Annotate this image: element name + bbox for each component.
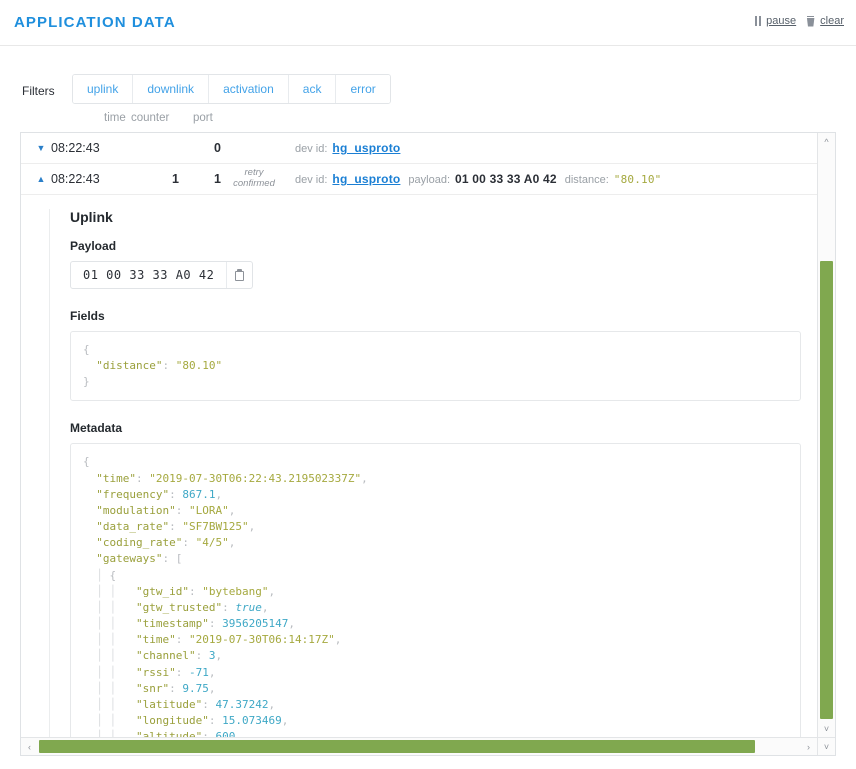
page-title: APPLICATION DATA xyxy=(14,14,176,31)
gw-id: "bytebang" xyxy=(202,584,269,598)
column-header-counter: counter xyxy=(131,112,170,124)
table-row[interactable]: ▼ 08:22:43 0 dev id: hg_usproto xyxy=(21,133,817,164)
table-row[interactable]: ▲ 08:22:43 1 1 retry confirmed dev id: h… xyxy=(21,164,817,195)
gw-trusted: true xyxy=(235,600,262,614)
gw-time: "2019-07-30T06:14:17Z" xyxy=(189,633,335,647)
distance-pair: distance: "80.10" xyxy=(565,173,662,186)
flag-confirmed: confirmed xyxy=(233,178,275,189)
filters-label: Filters xyxy=(22,84,55,98)
dev-id-label: dev id: xyxy=(295,143,328,155)
metadata-json-block: { "time": "2019-07-30T06:22:43.219502337… xyxy=(70,443,801,737)
filters-row: Filters uplink downlink activation ack e… xyxy=(0,46,856,104)
clear-button[interactable]: clear xyxy=(806,15,844,27)
row-expand-caret-icon[interactable]: ▼ xyxy=(31,143,51,153)
md-data-rate: "SF7BW125" xyxy=(182,520,249,534)
copy-payload-button[interactable] xyxy=(226,262,252,288)
gw-timestamp: 3956205147 xyxy=(222,617,289,631)
md-modulation: "LORA" xyxy=(188,503,229,517)
data-scroll-area: ▼ 08:22:43 0 dev id: hg_usproto ▲ 08:22:… xyxy=(21,133,817,737)
scrollbar-corner: ˅ xyxy=(817,737,835,755)
payload-pair: payload: 01 00 33 33 A0 42 xyxy=(408,172,556,186)
pause-button[interactable]: pause xyxy=(755,15,796,27)
fields-distance-value: "80.10" xyxy=(175,359,223,373)
filter-error[interactable]: error xyxy=(336,75,390,103)
scroll-right-arrow-icon[interactable]: › xyxy=(800,738,817,755)
gw-longitude: 15.073469 xyxy=(222,713,282,727)
cell-time: 08:22:43 xyxy=(51,172,100,186)
scroll-left-arrow-icon[interactable]: ‹ xyxy=(21,738,38,755)
payload-field[interactable]: 01 00 33 33 A0 42 xyxy=(70,261,254,289)
md-time: "2019-07-30T06:22:43.219502337Z" xyxy=(149,471,362,485)
horizontal-scrollbar[interactable]: ‹ › xyxy=(21,737,817,755)
distance-value: "80.10" xyxy=(613,172,662,186)
horizontal-scrollbar-thumb[interactable] xyxy=(39,740,755,753)
payload-section-label: Payload xyxy=(70,239,117,253)
clear-label: clear xyxy=(820,15,844,27)
gw-latitude: 47.37242 xyxy=(215,697,269,711)
dev-id-pair: dev id: hg_usproto xyxy=(295,141,400,155)
top-header-bar: APPLICATION DATA pause clear xyxy=(0,0,856,46)
payload-label: payload: xyxy=(408,174,451,186)
trash-icon xyxy=(806,15,815,27)
vertical-scrollbar-thumb[interactable] xyxy=(820,261,833,719)
fields-json-block: { "distance": "80.10" } xyxy=(70,331,801,402)
gw-altitude: 600 xyxy=(215,730,236,737)
dev-id-label: dev id: xyxy=(295,174,328,186)
filter-button-group: uplink downlink activation ack error xyxy=(72,74,391,104)
distance-label: distance: xyxy=(564,173,609,186)
cell-counter: 1 xyxy=(172,172,179,186)
cell-port: 1 xyxy=(214,172,221,186)
header-actions: pause clear xyxy=(755,15,844,27)
fields-section-label: Fields xyxy=(70,309,105,323)
dev-id-link[interactable]: hg_usproto xyxy=(332,141,400,155)
filter-downlink[interactable]: downlink xyxy=(133,75,210,103)
uplink-detail-panel: Uplink Payload 01 00 33 33 A0 42 Fields … xyxy=(21,195,817,737)
payload-input-value[interactable]: 01 00 33 33 A0 42 xyxy=(71,262,226,288)
cell-port: 0 xyxy=(214,141,221,155)
column-header-port: port xyxy=(193,112,213,124)
filter-activation[interactable]: activation xyxy=(209,75,289,103)
cell-time: 08:22:43 xyxy=(51,141,100,155)
metadata-section-label: Metadata xyxy=(70,421,123,436)
cell-flags: retry confirmed xyxy=(221,167,287,190)
pause-icon xyxy=(755,16,762,26)
clipboard-icon xyxy=(235,268,245,281)
pause-label: pause xyxy=(766,15,797,27)
filter-ack[interactable]: ack xyxy=(288,75,337,103)
md-frequency: 867.1 xyxy=(182,487,216,501)
row-collapse-caret-icon[interactable]: ▲ xyxy=(31,174,51,184)
dev-id-pair: dev id: hg_usproto xyxy=(295,172,400,186)
table-column-headers: time counter port xyxy=(0,112,856,132)
scroll-up-arrow-icon[interactable]: ^ xyxy=(818,133,835,150)
payload-value: 01 00 33 33 A0 42 xyxy=(455,172,557,186)
data-table-viewport: ▼ 08:22:43 0 dev id: hg_usproto ▲ 08:22:… xyxy=(20,132,836,756)
dev-id-link[interactable]: hg_usproto xyxy=(332,172,400,186)
gw-snr: 9.75 xyxy=(182,681,209,695)
filter-uplink[interactable]: uplink xyxy=(73,75,134,103)
gw-rssi: -71 xyxy=(189,665,209,679)
scroll-down-arrow-icon[interactable]: ˅ xyxy=(818,720,835,737)
vertical-scrollbar[interactable]: ^ ˅ xyxy=(817,133,835,737)
md-coding-rate: "4/5" xyxy=(195,536,229,550)
column-header-time: time xyxy=(104,112,126,124)
detail-title: Uplink xyxy=(70,209,113,225)
